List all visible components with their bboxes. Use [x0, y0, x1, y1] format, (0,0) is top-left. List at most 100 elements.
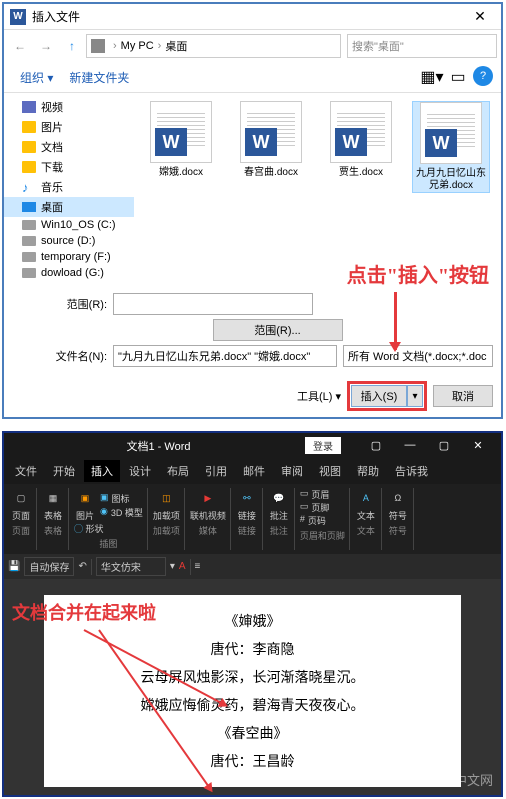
new-folder-button[interactable]: 新建文件夹	[61, 67, 137, 88]
doc-author: 唐代：王昌龄	[74, 747, 431, 775]
picture-button[interactable]: ▣图片	[74, 488, 96, 522]
footer-button[interactable]: ▭页脚	[300, 501, 345, 514]
view-button[interactable]: ▦▾	[421, 66, 443, 88]
breadcrumb[interactable]: › My PC › 桌面	[86, 34, 341, 58]
icons-button[interactable]: ▣图标	[100, 492, 143, 505]
cancel-button[interactable]: 取消	[433, 385, 493, 407]
nav-forward: →	[34, 34, 58, 58]
insert-button[interactable]: 插入(S)	[351, 385, 407, 407]
tab-insert[interactable]: 插入	[84, 460, 120, 482]
close-button[interactable]: ✕	[463, 439, 493, 452]
file-area[interactable]: W 嫦娥.docx W 春宫曲.docx W 贾生.docx W 九月九日忆山东…	[134, 93, 501, 285]
tab-home[interactable]: 开始	[46, 460, 82, 482]
sidebar-item-video[interactable]: 视频	[4, 97, 134, 117]
tab-mailings[interactable]: 邮件	[236, 460, 272, 482]
sidebar-item-pictures[interactable]: 图片	[4, 117, 134, 137]
tab-references[interactable]: 引用	[198, 460, 234, 482]
ribbon-tabs: 文件 开始 插入 设计 布局 引用 邮件 审阅 视图 帮助 告诉我	[4, 458, 501, 484]
undo-button[interactable]: ↶	[78, 561, 86, 572]
font-color[interactable]: A	[179, 561, 186, 572]
sidebar-item-disk-g[interactable]: dowload (G:)	[4, 265, 134, 281]
header-button[interactable]: ▭页眉	[300, 488, 345, 501]
word-title: 文档1 - Word	[12, 438, 305, 454]
video-button[interactable]: ▶联机视频	[190, 488, 226, 522]
text-button[interactable]: A文本	[355, 488, 377, 522]
symbol-button[interactable]: Ω符号	[387, 488, 409, 522]
save-icon[interactable]: 💾	[8, 561, 20, 572]
comment-button[interactable]: 💬批注	[268, 488, 290, 522]
organize-button[interactable]: 组织 ▾	[12, 67, 61, 88]
tools-dropdown[interactable]: 工具(L) ▾	[297, 388, 341, 404]
range-label: 范围(R):	[12, 296, 107, 312]
filetype-select[interactable]	[343, 345, 493, 367]
maximize-button[interactable]: ▢	[429, 439, 459, 452]
file-item[interactable]: W 嫦娥.docx	[142, 101, 220, 193]
sidebar-item-disk-c[interactable]: Win10_OS (C:)	[4, 217, 134, 233]
filename-input[interactable]	[113, 345, 337, 367]
tab-review[interactable]: 审阅	[274, 460, 310, 482]
tab-view[interactable]: 视图	[312, 460, 348, 482]
folder-icon	[22, 121, 36, 133]
range-input[interactable]	[113, 293, 313, 315]
shapes-button[interactable]: ◯ 形状	[74, 522, 104, 535]
addins-button[interactable]: ◫加载项	[153, 488, 180, 522]
file-item[interactable]: W 春宫曲.docx	[232, 101, 310, 193]
doc-author: 唐代：李商隐	[74, 635, 431, 663]
sidebar-item-disk-d[interactable]: source (D:)	[4, 233, 134, 249]
font-size[interactable]: ▾	[170, 561, 175, 572]
quick-access-toolbar: 💾 自动保存 ↶ 华文仿宋 ▾ A ≡	[4, 554, 501, 579]
autosave-toggle[interactable]: 自动保存	[24, 557, 74, 576]
window-options[interactable]: ▢	[361, 439, 391, 452]
align-button[interactable]: ≡	[195, 561, 201, 572]
word-window: 文档1 - Word 登录 ▢ — ▢ ✕ 文件 开始 插入 设计 布局 引用 …	[2, 431, 503, 797]
nav-up[interactable]: ↑	[60, 34, 84, 58]
links-button[interactable]: ⚯链接	[236, 488, 258, 522]
toolbar: 组织 ▾ 新建文件夹 ▦▾ ▭ ?	[4, 62, 501, 93]
file-name: 春宫曲.docx	[232, 167, 310, 179]
doc-line: 云母屏风烛影深，长河渐落晓星沉。	[74, 663, 431, 691]
sidebar-item-downloads[interactable]: 下载	[4, 157, 134, 177]
nav-back[interactable]: ←	[8, 34, 32, 58]
table-button[interactable]: ▦表格	[42, 488, 64, 522]
nav-bar: ← → ↑ › My PC › 桌面 搜索"桌面"	[4, 30, 501, 62]
file-name: 嫦娥.docx	[142, 167, 220, 179]
dialog-title: 插入文件	[32, 8, 465, 25]
word-icon: W	[10, 9, 26, 25]
tab-design[interactable]: 设计	[122, 460, 158, 482]
login-button[interactable]: 登录	[305, 437, 341, 454]
sidebar-item-music[interactable]: ♪音乐	[4, 177, 134, 197]
3dmodel-button[interactable]: ◉3D 模型	[100, 506, 143, 519]
pages-button[interactable]: ▢页面	[10, 488, 32, 522]
sidebar-item-documents[interactable]: 文档	[4, 137, 134, 157]
music-icon: ♪	[22, 180, 36, 194]
annotation-text: 点击"插入"按钮	[347, 259, 489, 288]
disk-icon	[22, 268, 36, 278]
close-button[interactable]: ✕	[465, 8, 495, 25]
sidebar-item-desktop[interactable]: 桌面	[4, 197, 134, 217]
annotation-arrow	[394, 292, 397, 350]
tab-layout[interactable]: 布局	[160, 460, 196, 482]
pagenum-button[interactable]: #页码	[300, 514, 345, 527]
sidebar-item-disk-f[interactable]: temporary (F:)	[4, 249, 134, 265]
minimize-button[interactable]: —	[395, 439, 425, 452]
font-select[interactable]: 华文仿宋	[96, 557, 166, 576]
search-input[interactable]: 搜索"桌面"	[347, 34, 497, 58]
crumb-pc[interactable]: My PC	[121, 40, 154, 52]
range-button[interactable]: 范围(R)...	[213, 319, 343, 341]
folder-icon	[22, 141, 36, 153]
tab-tellme[interactable]: 告诉我	[388, 460, 435, 482]
doc-line: 嫦娥应悔偷灵药，碧海青天夜夜心。	[74, 691, 431, 719]
filename-label: 文件名(N):	[12, 348, 107, 364]
help-button[interactable]: ?	[473, 66, 493, 86]
crumb-folder[interactable]: 桌面	[165, 38, 187, 54]
tab-help[interactable]: 帮助	[350, 460, 386, 482]
document-area: 文档合并在起来啦 《婶娥》 唐代：李商隐 云母屏风烛影深，长河渐落晓星沉。 嫦娥…	[4, 579, 501, 795]
pc-icon	[91, 39, 105, 53]
preview-button[interactable]: ▭	[447, 66, 469, 88]
watermark: php 中文网	[421, 770, 493, 789]
insert-dropdown[interactable]: ▾	[407, 385, 423, 407]
file-name: 九月九日忆山东兄弟.docx	[413, 168, 489, 192]
file-item[interactable]: W 贾生.docx	[322, 101, 400, 193]
file-item[interactable]: W 九月九日忆山东兄弟.docx	[412, 101, 490, 193]
tab-file[interactable]: 文件	[8, 460, 44, 482]
